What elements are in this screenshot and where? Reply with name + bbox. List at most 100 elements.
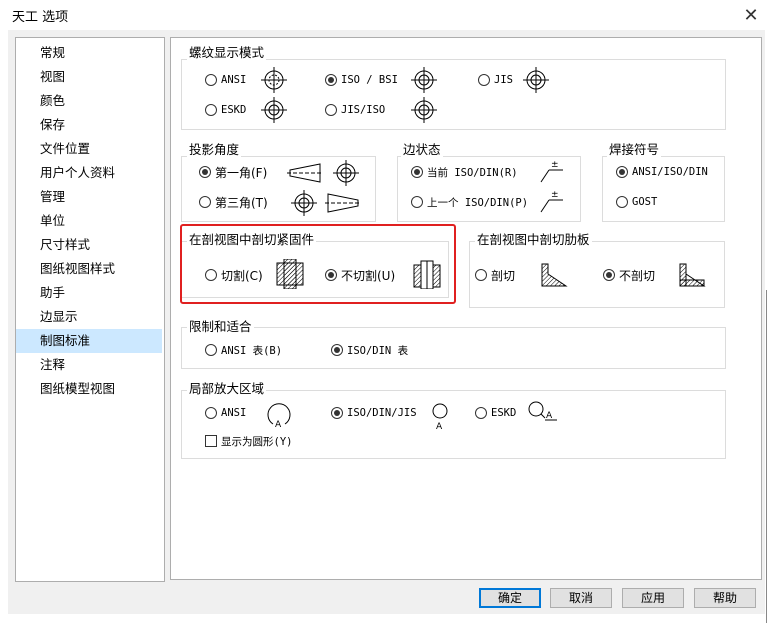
section-rib-title: 在剖视图中剖切肋板	[475, 232, 592, 247]
detail-eskd-symbol-icon: A	[528, 401, 557, 421]
limits-iso-label: ISO/DIN 表	[347, 344, 409, 357]
thread-display-title: 螺纹显示模式	[187, 45, 267, 60]
thread-iso-bsi-symbol-icon	[409, 65, 439, 95]
projection-third-angle-radio[interactable]	[199, 196, 211, 208]
rib-nocut-radio[interactable]	[603, 269, 615, 281]
sidebar-item-view[interactable]: 视图	[16, 65, 162, 89]
thread-ansi-radio[interactable]	[205, 74, 217, 86]
fastener-nocut-radio[interactable]	[325, 269, 337, 281]
sidebar-item-drawing-model-view[interactable]: 图纸模型视图	[16, 377, 162, 401]
close-button[interactable]: ✕	[737, 2, 765, 28]
projection-angle-title: 投影角度	[187, 142, 242, 157]
thread-iso-bsi-label: ISO / BSI	[341, 74, 398, 86]
limits-iso-option[interactable]: ISO/DIN 表	[331, 341, 408, 359]
thread-ansi-symbol-icon	[259, 65, 289, 95]
fastener-nocut-icon	[413, 260, 441, 289]
detail-iso-option[interactable]: ISO/DIN/JIS	[331, 404, 417, 422]
edge-previous-option[interactable]: 上一个 ISO/DIN(P)	[411, 193, 528, 211]
rib-cut-option[interactable]: 剖切	[475, 266, 515, 284]
rib-nocut-label: 不剖切	[619, 268, 656, 283]
projection-first-angle-radio[interactable]	[199, 166, 211, 178]
show-as-circle-label: 显示为圆形(Y)	[221, 435, 293, 448]
weld-gost-radio[interactable]	[616, 196, 628, 208]
rib-nocut-icon	[679, 263, 706, 287]
edge-current-symbol-icon: ±	[540, 160, 563, 183]
sidebar-item-user-profile[interactable]: 用户个人资料	[16, 161, 162, 185]
rib-cut-radio[interactable]	[475, 269, 487, 281]
thread-iso-bsi-radio[interactable]	[325, 74, 337, 86]
detail-ansi-radio[interactable]	[205, 407, 217, 419]
thread-eskd-symbol-icon	[259, 95, 289, 125]
options-category-list[interactable]: 常规 视图 颜色 保存 文件位置 用户个人资料 管理 单位 尺寸样式 图纸视图样…	[15, 37, 165, 582]
sidebar-item-general[interactable]: 常规	[16, 41, 162, 65]
rib-cut-icon	[541, 263, 568, 287]
edge-current-option[interactable]: 当前 ISO/DIN(R)	[411, 163, 518, 181]
thread-jis-option[interactable]: JIS	[478, 71, 513, 89]
detail-eskd-radio[interactable]	[475, 407, 487, 419]
thread-iso-bsi-option[interactable]: ISO / BSI	[325, 71, 398, 89]
third-angle-circle-icon	[289, 188, 319, 218]
third-angle-frustum-icon	[325, 193, 361, 213]
edge-current-radio[interactable]	[411, 166, 423, 178]
sidebar-item-drawing-standards[interactable]: 制图标准	[16, 329, 162, 353]
projection-third-angle-label: 第三角(T)	[215, 195, 268, 210]
projection-first-angle-label: 第一角(F)	[215, 165, 268, 180]
limits-ansi-option[interactable]: ANSI 表(B)	[205, 341, 282, 359]
rib-nocut-option[interactable]: 不剖切	[603, 266, 655, 284]
thread-jis-iso-label: JIS/ISO	[341, 104, 386, 116]
detail-eskd-a-label: A	[546, 411, 553, 421]
weld-gost-option[interactable]: GOST	[616, 193, 657, 211]
show-as-circle-checkbox[interactable]	[205, 435, 217, 447]
thread-jis-iso-radio[interactable]	[325, 104, 337, 116]
cancel-button[interactable]: 取消	[550, 588, 612, 608]
fastener-nocut-label: 不切割(U)	[341, 268, 396, 283]
detail-eskd-label: ESKD	[491, 407, 517, 419]
sidebar-item-units[interactable]: 单位	[16, 209, 162, 233]
fastener-cut-radio[interactable]	[205, 269, 217, 281]
fastener-cut-option[interactable]: 切割(C)	[205, 266, 263, 284]
sidebar-item-annotation[interactable]: 注释	[16, 353, 162, 377]
help-button[interactable]: 帮助	[694, 588, 756, 608]
edge-previous-label: 上一个 ISO/DIN(P)	[427, 196, 529, 209]
detail-ansi-label: ANSI	[221, 407, 247, 419]
ok-button[interactable]: 确定	[479, 588, 541, 608]
weld-gost-label: GOST	[632, 196, 658, 208]
rib-cut-label: 剖切	[491, 268, 516, 283]
weld-ansi-iso-din-radio[interactable]	[616, 166, 628, 178]
sidebar-item-admin[interactable]: 管理	[16, 185, 162, 209]
sidebar-item-dimension-style[interactable]: 尺寸样式	[16, 233, 162, 257]
first-angle-frustum-icon	[287, 163, 323, 183]
limits-fits-title: 限制和适合	[187, 319, 254, 334]
svg-text:±: ±	[551, 190, 559, 200]
limits-ansi-radio[interactable]	[205, 344, 217, 356]
detail-eskd-option[interactable]: ESKD	[475, 404, 516, 422]
sidebar-item-edge-display[interactable]: 边显示	[16, 305, 162, 329]
section-fastener-title: 在剖视图中剖切紧固件	[187, 232, 317, 247]
fastener-nocut-option[interactable]: 不切割(U)	[325, 266, 395, 284]
detail-ansi-option[interactable]: ANSI	[205, 404, 246, 422]
show-as-circle-option[interactable]: 显示为圆形(Y)	[205, 432, 292, 450]
sidebar-item-file-locations[interactable]: 文件位置	[16, 137, 162, 161]
sidebar-item-helpers[interactable]: 助手	[16, 281, 162, 305]
detail-ansi-symbol-icon: A	[267, 403, 291, 428]
detail-iso-a-label: A	[436, 422, 443, 430]
sidebar-item-colors[interactable]: 颜色	[16, 89, 162, 113]
thread-jis-radio[interactable]	[478, 74, 490, 86]
weld-ansi-iso-din-option[interactable]: ANSI/ISO/DIN	[616, 163, 708, 181]
thread-eskd-option[interactable]: ESKD	[205, 101, 246, 119]
limits-ansi-label: ANSI 表(B)	[221, 344, 283, 357]
sidebar-item-drawing-view-style[interactable]: 图纸视图样式	[16, 257, 162, 281]
sidebar-item-save[interactable]: 保存	[16, 113, 162, 137]
projection-third-angle-option[interactable]: 第三角(T)	[199, 193, 268, 211]
thread-jis-iso-option[interactable]: JIS/ISO	[325, 101, 385, 119]
limits-iso-radio[interactable]	[331, 344, 343, 356]
detail-envelope-title: 局部放大区域	[187, 381, 267, 396]
thread-ansi-option[interactable]: ANSI	[205, 71, 246, 89]
edge-previous-radio[interactable]	[411, 196, 423, 208]
projection-first-angle-option[interactable]: 第一角(F)	[199, 163, 267, 181]
detail-iso-radio[interactable]	[331, 407, 343, 419]
apply-button[interactable]: 应用	[622, 588, 684, 608]
fastener-cut-icon	[276, 259, 304, 289]
thread-eskd-radio[interactable]	[205, 104, 217, 116]
detail-iso-symbol-icon: A	[432, 403, 448, 430]
